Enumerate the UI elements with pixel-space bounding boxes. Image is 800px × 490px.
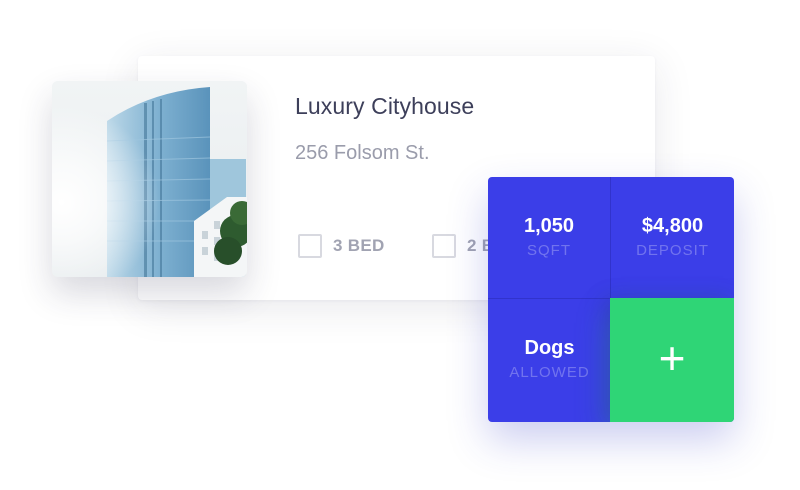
stat-value: $4,800 <box>641 215 704 237</box>
plus-icon: + <box>658 332 686 384</box>
stat-pets: Dogs ALLOWED <box>488 299 611 421</box>
listing-photo[interactable] <box>52 81 247 277</box>
stats-panel: 1,050 SQFT $4,800 DEPOSIT Dogs ALLOWED + <box>488 177 734 422</box>
stat-label: ALLOWED <box>509 364 590 381</box>
checkbox-icon[interactable] <box>298 234 322 258</box>
stat-deposit: $4,800 DEPOSIT <box>611 177 734 299</box>
feature-baths[interactable]: 2 B <box>432 234 494 258</box>
feature-label: 3 BED <box>333 236 385 255</box>
stat-value: 1,050 <box>523 215 575 237</box>
listing-title: Luxury Cityhouse <box>295 93 475 119</box>
add-button[interactable]: + <box>610 298 734 422</box>
checkbox-icon[interactable] <box>432 234 456 258</box>
listing-address: 256 Folsom St. <box>295 142 430 164</box>
stat-label: SQFT <box>527 242 571 259</box>
stat-value: Dogs <box>524 337 575 359</box>
stage: Luxury Cityhouse 256 Folsom St. 3 BED 2 … <box>0 0 800 490</box>
stat-label: DEPOSIT <box>636 242 709 259</box>
building-photo-icon <box>52 81 247 277</box>
stat-sqft: 1,050 SQFT <box>488 177 611 299</box>
feature-beds[interactable]: 3 BED <box>298 234 385 258</box>
